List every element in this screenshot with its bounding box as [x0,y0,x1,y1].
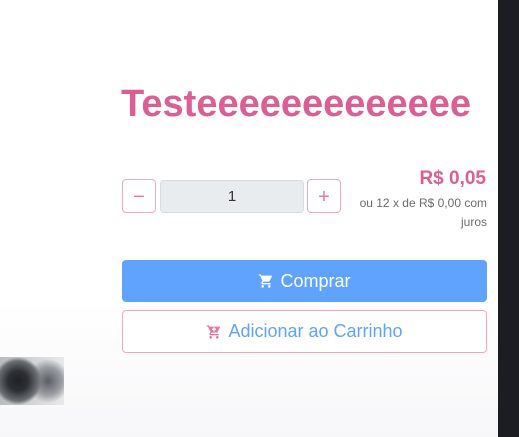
buy-button[interactable]: Comprar [122,260,487,302]
installment-info: ou 12 x de R$ 0,00 com juros [359,196,487,229]
add-to-cart-label: Adicionar ao Carrinho [228,321,403,341]
cart-plus-icon [206,324,222,340]
product-price: R$ 0,05 [419,168,486,189]
product-thumbnail[interactable] [0,357,64,405]
quantity-input[interactable] [160,180,304,213]
quantity-increase-button[interactable]: + [307,179,341,213]
product-title: Testeeeeeeeeeeeee [121,83,472,125]
right-edge-panel [498,0,519,437]
quantity-decrease-button[interactable]: − [122,179,156,213]
cart-icon [258,273,274,289]
add-to-cart-button[interactable]: Adicionar ao Carrinho [122,310,487,353]
buy-button-label: Comprar [280,270,351,291]
